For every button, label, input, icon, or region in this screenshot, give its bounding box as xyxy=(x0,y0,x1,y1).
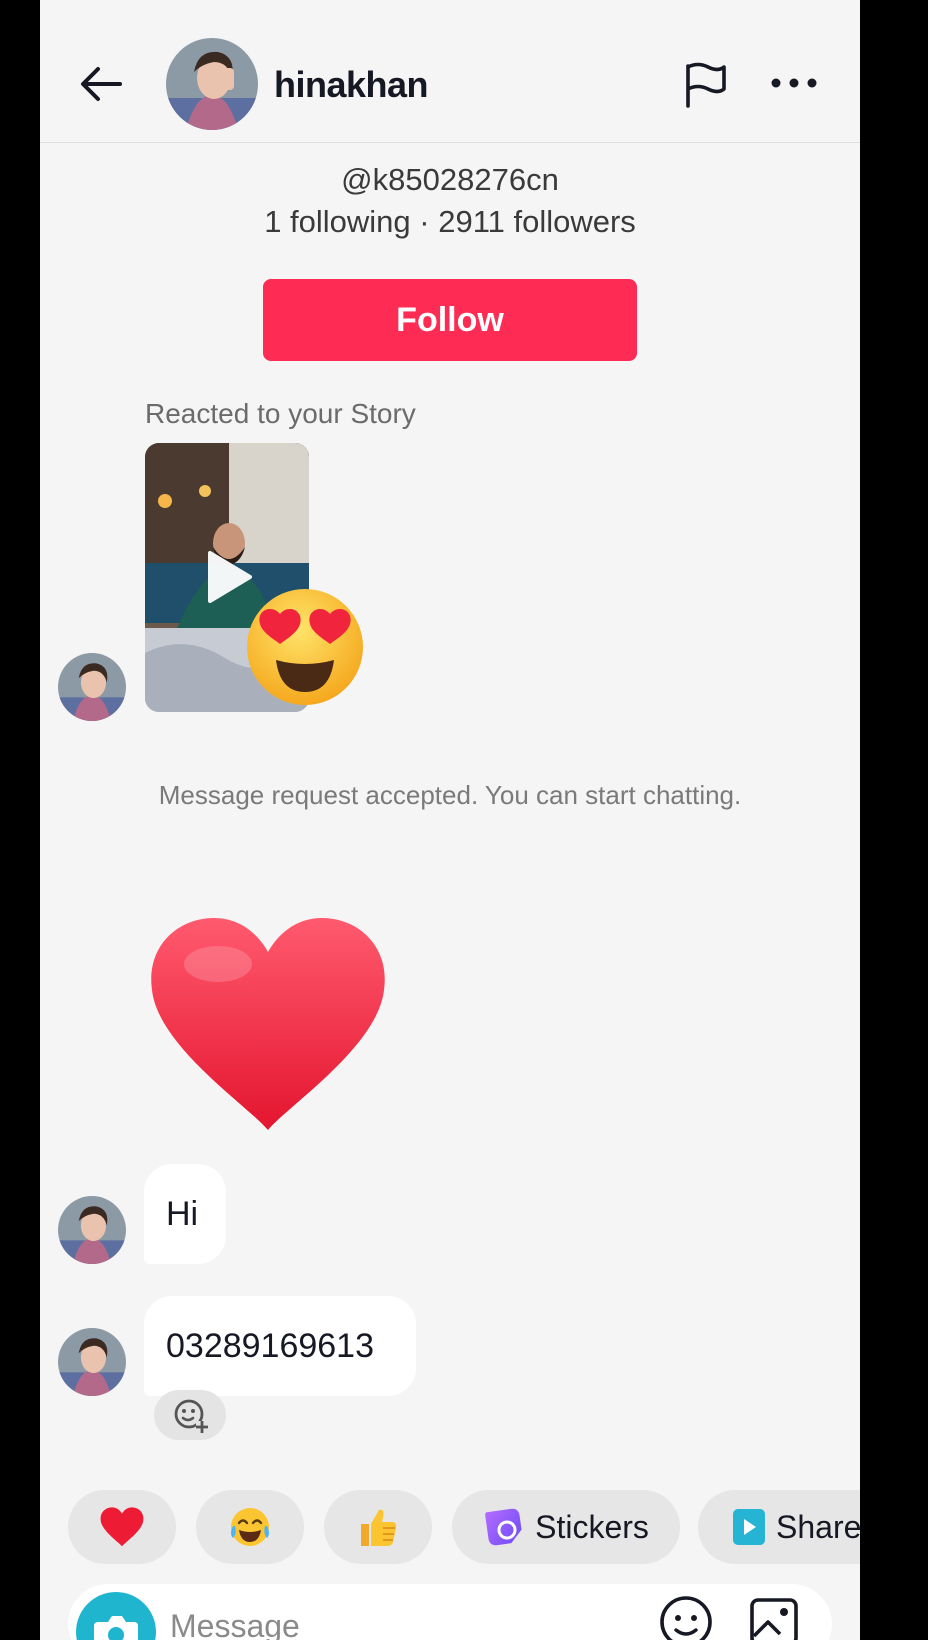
share-video-icon xyxy=(733,1509,765,1545)
chat-screen: hinakhan @k85028276cn 1 following · 2911… xyxy=(40,0,860,1640)
heart-eyes-emoji-icon xyxy=(247,589,363,705)
tears-of-joy-emoji-icon xyxy=(231,1508,269,1546)
system-message: Message request accepted. You can start … xyxy=(158,780,742,810)
follow-button[interactable]: Follow xyxy=(263,279,637,361)
chat-header: hinakhan xyxy=(40,0,860,143)
quick-laugh-button[interactable] xyxy=(196,1490,304,1564)
sender-avatar[interactable] xyxy=(58,1196,126,1264)
camera-icon xyxy=(94,1616,138,1640)
sender-avatar[interactable] xyxy=(58,653,126,721)
camera-button[interactable] xyxy=(76,1592,156,1640)
story-reaction-caption: Reacted to your Story xyxy=(145,398,416,429)
message-bubble[interactable]: 03289169613 xyxy=(144,1296,416,1396)
stickers-label: Stickers xyxy=(535,1508,649,1545)
more-horizontal-icon[interactable] xyxy=(768,68,820,98)
share-button[interactable]: Share xyxy=(698,1490,860,1564)
back-arrow-icon[interactable] xyxy=(76,58,128,110)
message-input[interactable] xyxy=(170,1606,590,1640)
message-bubble[interactable]: Hi xyxy=(144,1164,226,1264)
thumbs-up-emoji-icon xyxy=(361,1509,397,1546)
header-username[interactable]: hinakhan xyxy=(274,64,429,106)
quick-heart-button[interactable] xyxy=(68,1490,176,1564)
quick-thumbs-up-button[interactable] xyxy=(324,1490,432,1564)
header-avatar[interactable] xyxy=(166,38,258,130)
add-emoji-icon xyxy=(174,1399,208,1433)
flag-icon[interactable] xyxy=(678,58,730,110)
sticker-icon xyxy=(485,1508,522,1546)
profile-handle: @k85028276cn xyxy=(341,162,559,197)
red-heart-icon[interactable] xyxy=(148,916,388,1134)
add-reaction-button[interactable] xyxy=(154,1390,226,1440)
emoji-icon[interactable] xyxy=(658,1594,714,1640)
quick-reply-bar: Stickers Share xyxy=(40,1490,860,1566)
message-composer xyxy=(68,1584,832,1640)
heart-emoji-icon xyxy=(100,1507,144,1547)
stickers-button[interactable]: Stickers xyxy=(452,1490,680,1564)
share-label: Share xyxy=(776,1508,860,1545)
image-gallery-icon[interactable] xyxy=(746,1594,802,1640)
sender-avatar[interactable] xyxy=(58,1328,126,1396)
profile-stats: 1 following · 2911 followers xyxy=(264,204,636,239)
